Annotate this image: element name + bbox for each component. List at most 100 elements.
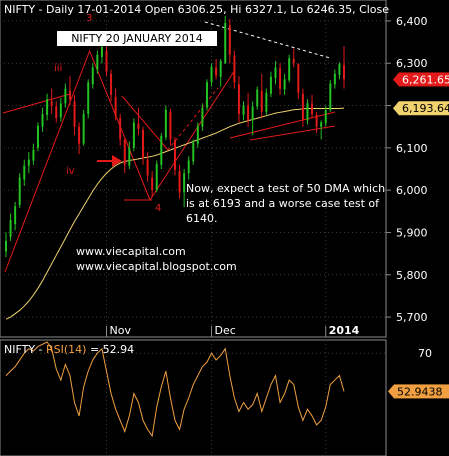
- candle-body: [338, 64, 341, 76]
- price-tick-label: 6,100: [396, 142, 428, 155]
- candle-body: [23, 165, 26, 180]
- candle-body: [329, 83, 332, 110]
- candle-body: [59, 103, 62, 118]
- candle: [174, 137, 176, 176]
- candle-body: [64, 88, 67, 104]
- wave-label-iv: iv: [66, 166, 75, 177]
- candle-body: [219, 61, 222, 77]
- rsi-tick-70: 70: [418, 347, 432, 360]
- header-symbol: NIFTY: [4, 3, 35, 16]
- link-blog[interactable]: www.viecapital.blogspot.com: [76, 260, 237, 273]
- candle-body: [68, 90, 71, 100]
- month-label: 2014: [329, 324, 360, 337]
- candle-body: [82, 114, 85, 144]
- candle-body: [237, 84, 240, 114]
- candle-body: [178, 171, 181, 193]
- candle-body: [306, 103, 309, 121]
- candle: [329, 80, 332, 112]
- price-tick-label: 6,400: [396, 15, 428, 28]
- price-tick-label: 5,700: [396, 311, 428, 324]
- candle-body: [301, 93, 304, 121]
- candle-body: [174, 140, 176, 170]
- candle-body: [114, 97, 117, 117]
- candle-body: [119, 118, 122, 140]
- candle-body: [36, 125, 39, 148]
- candle-body: [142, 130, 145, 159]
- candle-body: [192, 142, 195, 162]
- candle-body: [132, 122, 135, 148]
- candle-body: [5, 240, 7, 252]
- price-panel: [0, 0, 387, 338]
- chart-canvas: NovDec2014 6,4006,3006,2006,1006,0005,90…: [0, 0, 449, 456]
- candle: [224, 15, 227, 65]
- candle-body: [196, 125, 199, 144]
- candle-body: [343, 64, 345, 80]
- candle-body: [146, 159, 149, 176]
- candle-body: [311, 103, 314, 114]
- candle-body: [46, 99, 49, 115]
- price-tick-label: 6,000: [396, 184, 428, 197]
- candle-body: [9, 219, 12, 237]
- candle-body: [73, 101, 76, 127]
- link-website[interactable]: www.viecapital.com: [76, 245, 186, 258]
- candle-body: [297, 64, 300, 93]
- comment-line-2: is at 6193 and a worse case test of: [186, 197, 380, 210]
- candle-body: [169, 111, 172, 140]
- price-tick-label: 6,300: [396, 57, 428, 70]
- candle-body: [110, 73, 113, 95]
- candle-body: [265, 92, 268, 112]
- candle-body: [205, 82, 208, 108]
- rsi-label-value: = 52.94: [86, 343, 134, 356]
- candle-body: [228, 25, 231, 55]
- candle-body: [87, 82, 90, 114]
- chart-header: NIFTY - Daily 17-01-2014 Open 6306.25, H…: [4, 3, 389, 16]
- comment-line-1: Now, expect a test of 50 DMA which: [186, 182, 385, 195]
- candle: [155, 160, 158, 193]
- rsi-panel: [0, 339, 387, 456]
- candle: [160, 133, 163, 169]
- dma-badge-label: 6,193.64: [402, 102, 449, 115]
- candle-body: [164, 109, 167, 138]
- candle-body: [105, 50, 108, 72]
- candle-body: [256, 89, 259, 107]
- candle: [18, 173, 21, 208]
- candle: [192, 139, 195, 165]
- comment-line-3: 6140.: [186, 212, 218, 225]
- rsi-pointer-icon: [388, 384, 394, 399]
- candle-body: [279, 68, 282, 89]
- candle: [132, 118, 135, 152]
- candle-body: [183, 173, 186, 193]
- candle-body: [292, 59, 295, 64]
- last-price-label: 6,261.65: [402, 73, 449, 86]
- candle-body: [269, 76, 272, 94]
- candle-body: [128, 147, 131, 166]
- candle-body: [155, 163, 158, 191]
- candle-body: [233, 55, 236, 83]
- price-tick-label: 5,900: [396, 226, 428, 239]
- month-label: Dec: [215, 324, 236, 337]
- candle: [288, 54, 291, 83]
- month-label: Nov: [109, 324, 131, 337]
- wave-label-4: 4: [155, 203, 161, 214]
- candle-body: [27, 159, 30, 166]
- candle-body: [260, 90, 263, 112]
- candle: [82, 109, 85, 146]
- candle-body: [333, 73, 336, 85]
- price-axis-area: [386, 0, 449, 337]
- candle-body: [187, 160, 190, 174]
- rsi-label-prefix: NIFTY -: [4, 343, 46, 356]
- candle-body: [14, 206, 17, 224]
- wave-label-iii: iii: [54, 63, 62, 74]
- candle-body: [137, 123, 140, 129]
- candle-body: [50, 101, 53, 106]
- candle-body: [18, 177, 21, 205]
- candle: [36, 122, 39, 152]
- candle: [205, 79, 208, 111]
- title-box-text: NIFTY 20 JANUARY 2014: [71, 32, 203, 45]
- price-tick-label: 5,800: [396, 269, 428, 282]
- candle-body: [320, 122, 323, 127]
- candle-body: [55, 106, 58, 119]
- candle-body: [274, 67, 277, 79]
- candle-body: [160, 136, 163, 165]
- rsi-label: NIFTY - RSI(14) = 52.94: [4, 343, 134, 356]
